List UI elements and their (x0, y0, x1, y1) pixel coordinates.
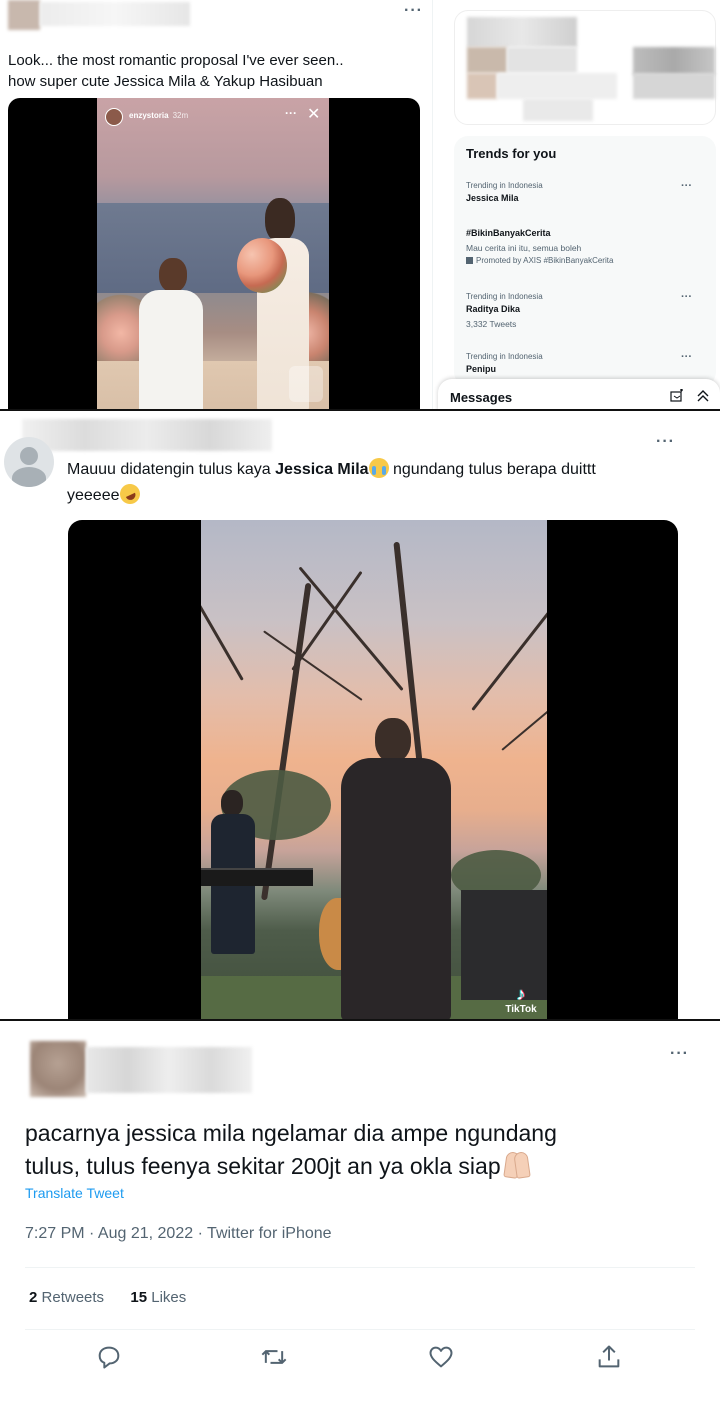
tiktok-watermark: ♪ TikTok (499, 984, 543, 1015)
trends-for-you: Trends for you Trending in Indonesia Jes… (454, 136, 716, 386)
story-avatar (105, 108, 123, 126)
tree-branch (471, 590, 547, 711)
kneeling-man (131, 258, 211, 409)
folded-hands-emoji-icon (501, 1152, 531, 1178)
more-icon[interactable]: ··· (681, 180, 692, 192)
collapse-icon[interactable] (696, 389, 710, 403)
rofl-emoji-icon (116, 480, 143, 508)
tweet-timestamp[interactable]: 7:27 PM · Aug 21, 2022 · Twitter for iPh… (25, 1225, 332, 1243)
story-handle: enzystoria 32m (129, 111, 189, 120)
tree-branch (201, 558, 244, 681)
divider (25, 1267, 695, 1268)
tweet-video[interactable]: ♪ TikTok (68, 520, 678, 1019)
more-icon[interactable]: ··· (670, 1045, 689, 1063)
messages-label: Messages (450, 390, 513, 405)
tiktok-video-frame: ♪ TikTok (201, 520, 547, 1019)
promoted-icon (466, 257, 473, 264)
compose-message-icon[interactable] (670, 389, 684, 403)
trend-item[interactable]: Trending in Indonesia Jessica Mila ··· (466, 180, 702, 206)
retweet-icon[interactable] (260, 1343, 288, 1371)
keyboard (201, 868, 313, 886)
messages-drawer[interactable]: Messages (438, 379, 720, 409)
redacted-username (86, 1047, 252, 1093)
more-icon[interactable]: ··· (681, 291, 692, 303)
trend-item[interactable]: #BikinBanyakCerita Mau cerita ini itu, s… (466, 226, 702, 267)
share-icon[interactable] (595, 1343, 623, 1371)
instagram-story-frame: enzystoria 32m ··· ✕ (97, 98, 329, 409)
screenshot-panel-2: ··· Mauuu didatengin tulus kaya Jessica … (0, 413, 720, 1021)
retweets-stat[interactable]: 2 Retweets (29, 1289, 104, 1306)
redacted-avatar (30, 1041, 86, 1097)
promoted-label: Promoted by AXIS #BikinBanyakCerita (466, 255, 702, 267)
tweet-text: Mauuu didatengin tulus kaya Jessica Mila… (67, 457, 687, 509)
trend-item[interactable]: Trending in Indonesia Raditya Dika 3,332… (466, 291, 702, 331)
story-more-icon[interactable]: ··· (285, 106, 297, 120)
likes-stat[interactable]: 15 Likes (130, 1289, 186, 1306)
reply-icon[interactable] (95, 1343, 123, 1371)
trends-title: Trends for you (466, 146, 557, 161)
loudly-crying-emoji-icon (368, 458, 389, 478)
tweet-actions (0, 1343, 720, 1383)
close-icon[interactable]: ✕ (307, 104, 320, 124)
like-icon[interactable] (427, 1343, 455, 1371)
column-divider (432, 0, 433, 409)
tweet-stats: 2 Retweets 15 Likes (29, 1289, 186, 1306)
more-icon[interactable]: ··· (681, 351, 692, 363)
screenshot-panel-3: ··· pacarnya jessica mila ngelamar dia a… (0, 1023, 720, 1403)
tweet-video[interactable]: enzystoria 32m ··· ✕ (8, 98, 420, 409)
redacted-card (454, 10, 716, 125)
redacted-avatar (8, 0, 40, 30)
tree-branch (501, 678, 547, 751)
singer (329, 718, 459, 1019)
screenshot-panel-1: ··· Look... the most romantic proposal I… (0, 0, 720, 411)
more-icon[interactable]: ··· (656, 433, 675, 451)
bouquet (237, 238, 287, 293)
redacted-username (40, 2, 190, 26)
trend-item[interactable]: Trending in Indonesia Penipu ··· (466, 351, 702, 377)
divider (25, 1329, 695, 1330)
tiktok-logo-icon: ♪ (516, 984, 526, 1004)
avatar[interactable] (4, 437, 54, 487)
translucent-box (289, 366, 323, 402)
tweet-text: Look... the most romantic proposal I've … (8, 52, 344, 90)
redacted-username (22, 419, 272, 451)
translate-tweet-link[interactable]: Translate Tweet (25, 1185, 124, 1201)
more-icon[interactable]: ··· (404, 2, 423, 20)
tweet-text: pacarnya jessica mila ngelamar dia ampe … (25, 1120, 557, 1179)
tree-branch (261, 582, 312, 901)
